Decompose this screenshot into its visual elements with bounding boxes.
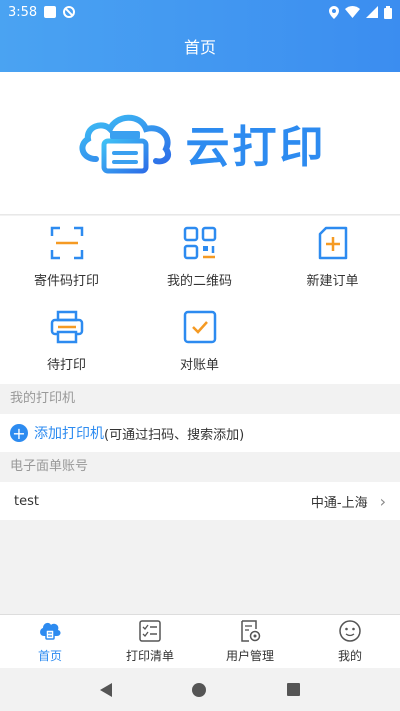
tab-label: 首页 [37,649,62,663]
tab-label: 打印清单 [125,649,174,663]
wifi-icon [345,6,360,18]
tab-mine[interactable]: 我的 [300,615,400,668]
home-cloud-icon [40,622,61,640]
back-icon[interactable] [100,682,113,697]
tab-home[interactable]: 首页 [0,615,100,668]
account-value: 中通-上海 [310,495,368,511]
grid-item-label: 对账单 [179,358,219,373]
do-not-disturb-icon [63,6,76,18]
statement-icon [183,310,216,344]
qrcode-icon [183,226,216,260]
system-nav-bar [0,668,400,711]
app-header: 3:58 首页 [0,0,400,72]
bottom-tab-bar: 首页 打印清单 用户管理 我的 [0,614,400,668]
printer-icon [50,310,83,344]
location-icon [329,5,339,19]
account-row[interactable]: test 中通-上海 › [0,482,400,520]
grid-item-my-qrcode[interactable]: 我的二维码 [133,216,266,300]
grid-item-statement[interactable]: 对账单 [133,300,266,384]
new-order-icon [318,226,347,260]
list-icon [139,620,161,642]
home-icon[interactable] [192,682,207,697]
account-name: test [14,493,39,509]
section-title-printers: 我的打印机 [0,384,400,414]
battery-icon [384,5,392,19]
grid-item-label: 新建订单 [306,274,359,289]
logo-banner: 云打印 [0,72,400,215]
grid-item-label: 待打印 [46,358,86,373]
signal-icon [366,6,378,18]
chevron-right-icon: › [379,491,386,511]
add-printer-label: 添加打印机 [34,426,104,442]
feature-grid: 寄件码打印 我的二维码 新建订单 待打印 对账单 [0,216,400,384]
notification-icon [44,6,57,18]
section-title-accounts: 电子面单账号 [0,452,400,482]
grid-item-label: 寄件码打印 [33,274,99,289]
user-settings-icon [241,620,261,642]
status-time: 3:58 [8,4,38,20]
smiley-icon [339,620,361,642]
recent-apps-icon[interactable] [286,683,300,696]
add-printer-hint: (可通过扫码、搜索添加) [104,427,245,443]
tab-user-management[interactable]: 用户管理 [200,615,300,668]
tab-label: 我的 [337,649,362,663]
cloud-printer-logo-icon [78,114,171,174]
logo-text: 云打印 [185,122,327,173]
scan-icon [50,226,83,260]
grid-item-scan-print[interactable]: 寄件码打印 [0,216,133,300]
page-title: 首页 [183,38,216,57]
grid-item-label: 我的二维码 [166,274,232,289]
grid-item-new-order[interactable]: 新建订单 [266,216,399,300]
tab-label: 用户管理 [225,649,274,663]
add-printer-row[interactable]: + 添加打印机 (可通过扫码、搜索添加) [0,414,400,452]
add-icon: + [10,424,28,443]
status-bar: 3:58 [0,0,400,24]
grid-item-pending-print[interactable]: 待打印 [0,300,133,384]
tab-print-list[interactable]: 打印清单 [100,615,200,668]
